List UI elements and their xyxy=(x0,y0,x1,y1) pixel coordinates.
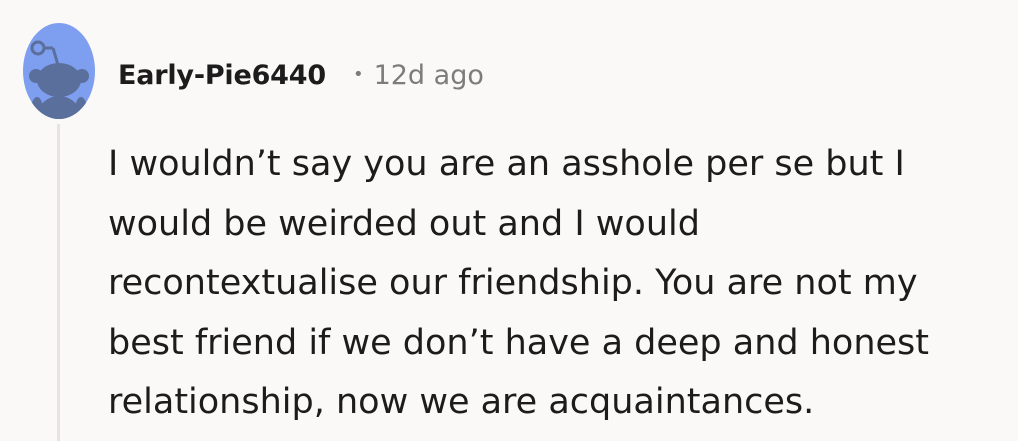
meta-separator: • xyxy=(352,63,364,85)
thread-line[interactable] xyxy=(57,124,60,441)
comment-line: relationship, now we are acquaintances. xyxy=(108,382,815,422)
comment-line: would be weirded out and I would xyxy=(108,203,700,244)
comment-line: recontextualise our friendship. You are … xyxy=(108,263,918,303)
comment-body: I wouldn’t say you are an asshole per se… xyxy=(108,135,1008,433)
snoo-avatar-icon xyxy=(23,23,95,119)
comment-line: I wouldn’t say you are an asshole per se… xyxy=(108,144,905,184)
comment-timestamp[interactable]: 12d ago xyxy=(374,60,484,91)
avatar[interactable] xyxy=(22,22,96,120)
comment-meta: Early-Pie6440 • 12d ago xyxy=(118,55,484,95)
comment-line: best friend if we don’t have a deep and … xyxy=(108,322,930,363)
comment: Early-Pie6440 • 12d ago I wouldn’t say y… xyxy=(0,0,1018,441)
author-username[interactable]: Early-Pie6440 xyxy=(118,60,326,91)
